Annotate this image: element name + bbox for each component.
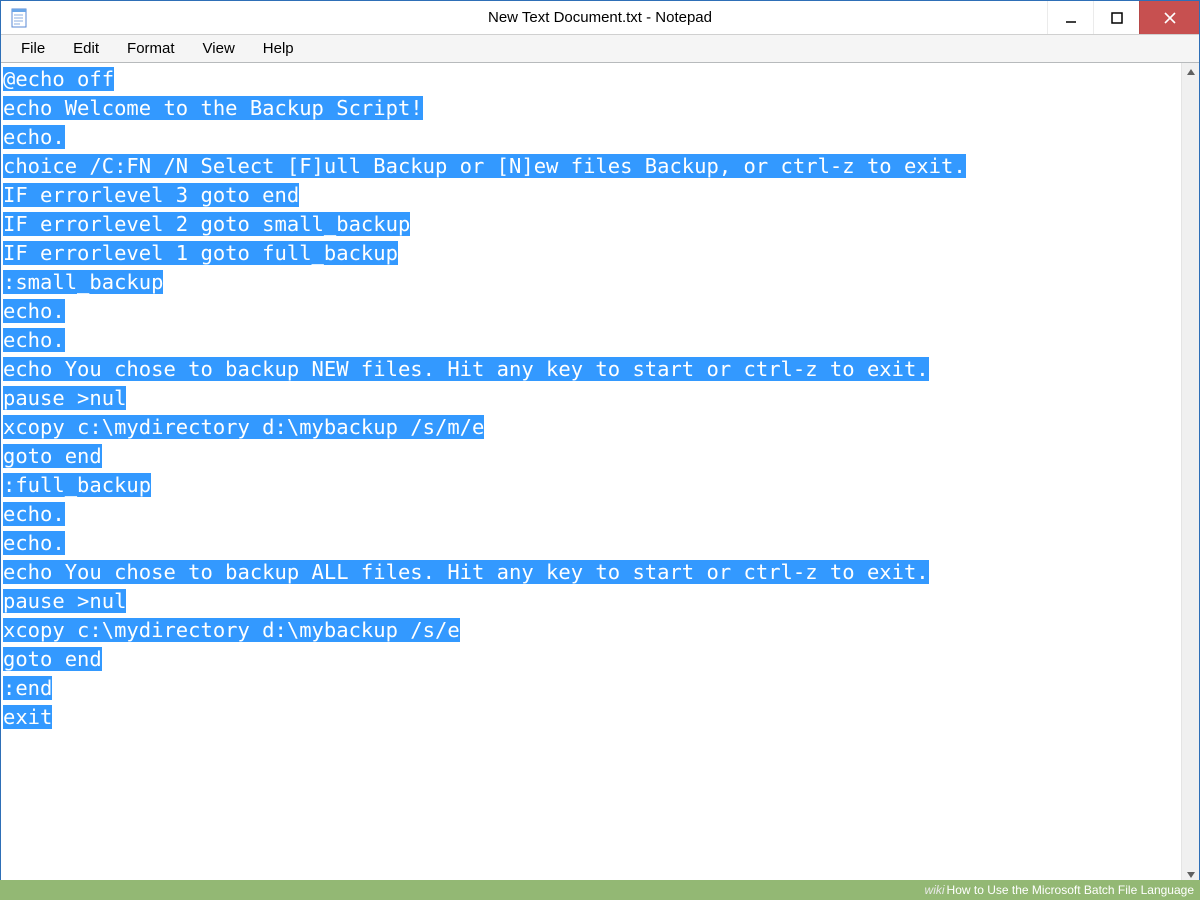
- caption-prefix: wiki: [925, 883, 945, 897]
- menu-view[interactable]: View: [189, 37, 249, 60]
- close-button[interactable]: [1139, 1, 1199, 34]
- editor-line: echo.: [3, 297, 1179, 326]
- editor-line: choice /C:FN /N Select [F]ull Backup or …: [3, 152, 1179, 181]
- window-title: New Text Document.txt - Notepad: [1, 9, 1199, 26]
- menubar: File Edit Format View Help: [1, 35, 1199, 63]
- editor-line: pause >nul: [3, 384, 1179, 413]
- editor-line: goto end: [3, 645, 1179, 674]
- selected-text: pause >nul: [3, 386, 126, 410]
- editor-line: :end: [3, 674, 1179, 703]
- selected-text: xcopy c:\mydirectory d:\mybackup /s/e: [3, 618, 460, 642]
- window-controls: [1047, 1, 1199, 34]
- editor-line: xcopy c:\mydirectory d:\mybackup /s/m/e: [3, 413, 1179, 442]
- selected-text: :small_backup: [3, 270, 163, 294]
- editor-line: @echo off: [3, 65, 1179, 94]
- vertical-scrollbar[interactable]: [1181, 63, 1199, 884]
- editor-area: @echo off echo Welcome to the Backup Scri…: [1, 63, 1199, 884]
- editor-line: echo.: [3, 529, 1179, 558]
- editor-line: echo You chose to backup NEW files. Hit …: [3, 355, 1179, 384]
- selected-text: echo.: [3, 125, 65, 149]
- selected-text: echo You chose to backup NEW files. Hit …: [3, 357, 929, 381]
- menu-help[interactable]: Help: [249, 37, 308, 60]
- menu-format[interactable]: Format: [113, 37, 189, 60]
- menu-edit[interactable]: Edit: [59, 37, 113, 60]
- selected-text: IF errorlevel 2 goto small_backup: [3, 212, 410, 236]
- text-editor[interactable]: @echo off echo Welcome to the Backup Scri…: [1, 63, 1181, 884]
- selected-text: echo.: [3, 299, 65, 323]
- editor-line: :full_backup: [3, 471, 1179, 500]
- editor-line: IF errorlevel 1 goto full_backup: [3, 239, 1179, 268]
- editor-line: echo.: [3, 500, 1179, 529]
- selected-text: goto end: [3, 444, 102, 468]
- selected-text: IF errorlevel 3 goto end: [3, 183, 299, 207]
- maximize-button[interactable]: [1093, 1, 1139, 34]
- selected-text: :full_backup: [3, 473, 151, 497]
- selected-text: echo.: [3, 502, 65, 526]
- minimize-button[interactable]: [1047, 1, 1093, 34]
- scroll-up-icon[interactable]: [1182, 63, 1199, 81]
- selected-text: :end: [3, 676, 52, 700]
- selected-text: pause >nul: [3, 589, 126, 613]
- editor-line: IF errorlevel 2 goto small_backup: [3, 210, 1179, 239]
- editor-line: exit: [3, 703, 1179, 732]
- editor-line: echo.: [3, 123, 1179, 152]
- selected-text: choice /C:FN /N Select [F]ull Backup or …: [3, 154, 966, 178]
- selected-text: echo You chose to backup ALL files. Hit …: [3, 560, 929, 584]
- selected-text: echo.: [3, 531, 65, 555]
- selected-text: echo.: [3, 328, 65, 352]
- editor-line: pause >nul: [3, 587, 1179, 616]
- editor-line: echo You chose to backup ALL files. Hit …: [3, 558, 1179, 587]
- selected-text: echo Welcome to the Backup Script!: [3, 96, 423, 120]
- menu-file[interactable]: File: [7, 37, 59, 60]
- notepad-window: New Text Document.txt - Notepad File Edi…: [0, 0, 1200, 885]
- selected-text: goto end: [3, 647, 102, 671]
- selected-text: xcopy c:\mydirectory d:\mybackup /s/m/e: [3, 415, 484, 439]
- editor-line: echo Welcome to the Backup Script!: [3, 94, 1179, 123]
- editor-line: echo.: [3, 326, 1179, 355]
- editor-line: xcopy c:\mydirectory d:\mybackup /s/e: [3, 616, 1179, 645]
- caption-text: How to Use the Microsoft Batch File Lang…: [947, 883, 1194, 897]
- titlebar[interactable]: New Text Document.txt - Notepad: [1, 1, 1199, 35]
- editor-line: :small_backup: [3, 268, 1179, 297]
- editor-line: IF errorlevel 3 goto end: [3, 181, 1179, 210]
- selected-text: exit: [3, 705, 52, 729]
- selected-text: @echo off: [3, 67, 114, 91]
- caption-bar: wiki How to Use the Microsoft Batch File…: [0, 880, 1200, 900]
- notepad-app-icon: [11, 7, 29, 29]
- selected-text: IF errorlevel 1 goto full_backup: [3, 241, 398, 265]
- editor-line: goto end: [3, 442, 1179, 471]
